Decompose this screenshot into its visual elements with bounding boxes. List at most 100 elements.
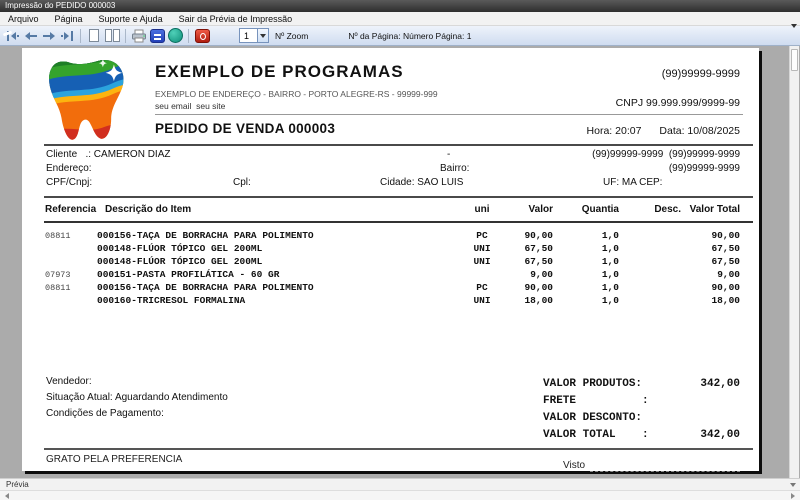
print-setup-icon [150, 29, 165, 43]
table-row: 08811 000156-TAÇA DE BORRACHA PARA POLIM… [22, 230, 759, 243]
zoom-dropdown-button[interactable] [257, 29, 268, 42]
row-uni: UNI [460, 295, 504, 306]
section-divider [44, 196, 753, 198]
row-qt: 1,0 [602, 256, 619, 267]
client-address-label: Endereço: [46, 163, 92, 174]
table-header-divider [44, 221, 753, 223]
toolbar-overflow-icon[interactable] [791, 28, 797, 46]
two-page-view-button[interactable] [103, 28, 121, 44]
table-row: 000148-FLÚOR TÓPICO GEL 200ML UNI 67,50 … [22, 256, 759, 269]
single-page-icon [89, 29, 99, 42]
client-name: Cliente .: CAMERON DIAZ [46, 149, 170, 160]
status-bar: Prévia [0, 478, 800, 490]
client-bairro-label: Bairro: [440, 163, 469, 174]
row-desc: 000148-FLÚOR TÓPICO GEL 200ML [97, 256, 262, 267]
toolbar-separator [125, 29, 126, 43]
document-title: PEDIDO DE VENDA 000003 [155, 121, 335, 136]
company-phone: (99)99999-9999 [662, 68, 740, 80]
vertical-scrollbar[interactable] [789, 46, 799, 478]
table-row: 07973 000151-PASTA PROFILÁTICA - 60 GR 9… [22, 269, 759, 282]
row-valor: 90,00 [524, 230, 553, 241]
window-title: Impressão do PEDIDO 000003 [5, 1, 115, 10]
document-page: EXEMPLO DE PROGRAMAS EXEMPLO DE ENDEREÇO… [22, 48, 759, 471]
row-uni: UNI [460, 256, 504, 267]
col-valor-total: Valor Total [690, 204, 740, 215]
next-page-button[interactable] [40, 28, 58, 44]
next-page-icon [42, 31, 56, 41]
menu-pagina[interactable]: Página [47, 12, 91, 26]
table-header: Referencia Descrição do Item uni Valor Q… [22, 204, 759, 218]
print-button[interactable] [130, 28, 148, 44]
table-row: 000160-TRICRESOL FORMALINA UNI 18,00 1,0… [22, 295, 759, 308]
row-total: 90,00 [711, 282, 740, 293]
client-dash: - [447, 149, 450, 160]
col-uni: uni [460, 204, 504, 215]
exit-preview-button[interactable] [193, 28, 211, 44]
row-qt: 1,0 [602, 295, 619, 306]
two-page-icon [105, 29, 120, 42]
print-setup-button[interactable] [148, 28, 166, 44]
row-qt: 1,0 [602, 243, 619, 254]
export-button[interactable] [166, 28, 184, 44]
last-page-icon [60, 31, 74, 41]
total-value: 342,00 [700, 378, 740, 390]
menu-sair-previa[interactable]: Sair da Prévia de Impressão [171, 12, 301, 26]
total-produtos-row: VALOR PRODUTOS: 342,00 [22, 378, 759, 393]
row-total: 67,50 [711, 256, 740, 267]
preview-area: EXEMPLO DE PROGRAMAS EXEMPLO DE ENDEREÇO… [0, 46, 800, 478]
toolbar-separator [80, 29, 81, 43]
desconto-row: VALOR DESCONTO: [22, 412, 759, 427]
row-valor: 67,50 [524, 256, 553, 267]
col-valor: Valor [529, 204, 553, 215]
exit-icon [195, 29, 210, 43]
valor-total-row: VALOR TOTAL : 342,00 [22, 429, 759, 444]
zoom-select[interactable]: 1 [239, 28, 269, 43]
frete-row: FRETE : [22, 395, 759, 410]
company-logo-tooth [44, 53, 136, 146]
section-divider [44, 144, 753, 146]
horizontal-scrollbar[interactable] [0, 490, 800, 500]
row-qt: 1,0 [602, 230, 619, 241]
printer-icon [131, 29, 147, 43]
total-label: VALOR DESCONTO: [543, 412, 642, 424]
vertical-scrollbar-thumb[interactable] [791, 49, 798, 71]
row-desc: 000148-FLÚOR TÓPICO GEL 200ML [97, 243, 262, 254]
window-titlebar: Impressão do PEDIDO 000003 [0, 0, 800, 12]
toolbar: 1 Nº Zoom Nº da Página: Número Página: 1 [0, 26, 800, 46]
zoom-value: 1 [240, 31, 257, 41]
last-page-button[interactable] [58, 28, 76, 44]
client-row-3: CPF/Cnpj: Cpl: Cidade: SAO LUIS UF: MA C… [22, 177, 759, 191]
row-total: 9,00 [717, 269, 740, 280]
scroll-left-icon[interactable] [5, 493, 9, 499]
company-cnpj: CNPJ 99.999.999/9999-99 [616, 97, 740, 109]
visto-label: Visto [563, 460, 585, 471]
row-ref: 08811 [45, 283, 71, 293]
previous-page-button[interactable] [22, 28, 40, 44]
time-date-line: Hora: 20:07Data: 10/08/2025 [587, 125, 740, 137]
client-phones: (99)99999-9999 (99)99999-9999 [592, 149, 740, 160]
row-uni: PC [460, 230, 504, 241]
row-uni: PC [460, 282, 504, 293]
col-desc: Desc. [654, 204, 681, 215]
row-valor: 90,00 [524, 282, 553, 293]
zoom-label: Nº Zoom [275, 31, 308, 41]
scroll-right-icon[interactable] [791, 493, 795, 499]
company-name: EXEMPLO DE PROGRAMAS [155, 62, 404, 82]
export-icon [168, 28, 183, 43]
client-city: Cidade: SAO LUIS [380, 177, 463, 188]
row-total: 90,00 [711, 230, 740, 241]
first-page-button[interactable] [4, 28, 22, 44]
row-ref: 08811 [45, 231, 71, 241]
company-contact-links: seu email seu site [155, 101, 225, 111]
chevron-down-icon [260, 34, 266, 38]
total-label: VALOR PRODUTOS: [543, 378, 642, 390]
menu-arquivo[interactable]: Arquivo [0, 12, 47, 26]
client-row-1: Cliente .: CAMERON DIAZ - (99)99999-9999… [22, 149, 759, 163]
thanks-message: GRATO PELA PREFERENCIA [46, 454, 182, 465]
row-desc: 000151-PASTA PROFILÁTICA - 60 GR [97, 269, 279, 280]
row-valor: 67,50 [524, 243, 553, 254]
row-desc: 000156-TAÇA DE BORRACHA PARA POLIMENTO [97, 230, 314, 241]
single-page-view-button[interactable] [85, 28, 103, 44]
menu-suporte-ajuda[interactable]: Suporte e Ajuda [91, 12, 171, 26]
status-dropdown-icon[interactable] [790, 483, 796, 487]
